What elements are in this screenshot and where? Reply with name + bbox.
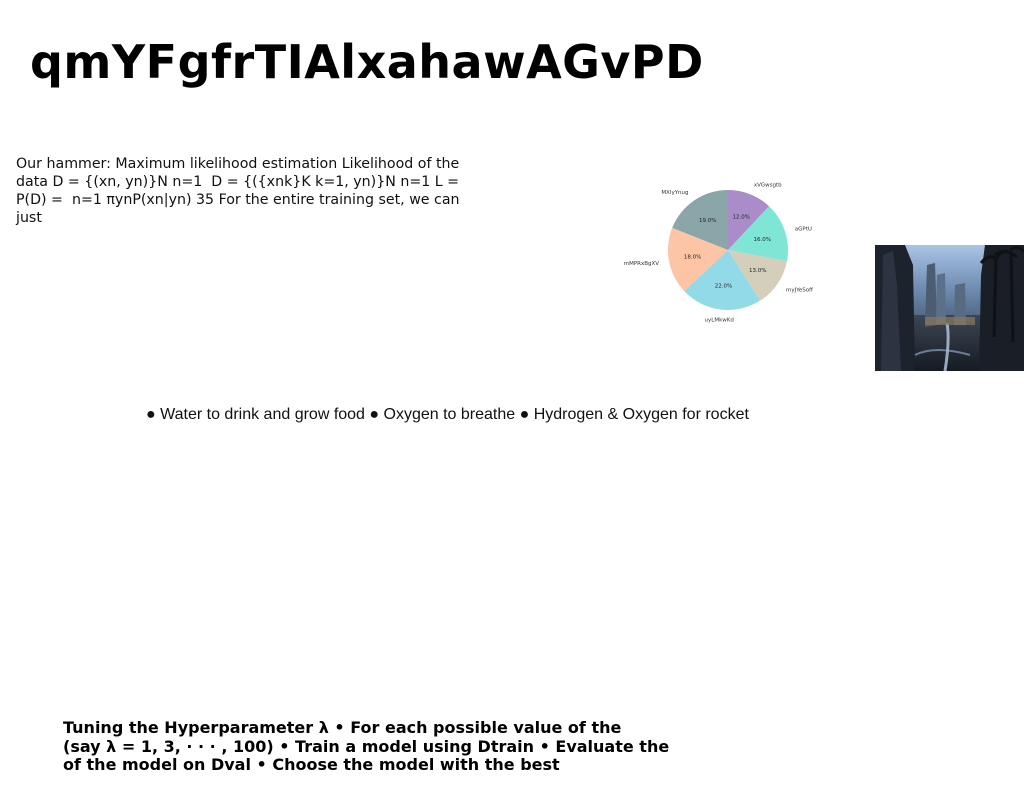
pie-category-label: aGPtU — [795, 226, 812, 232]
pie-chart: 12.0% 16.0% 13.0% 22.0% 18.0% 19.0% xVGwsgtb a… — [622, 160, 822, 345]
pie-percent-label: 18.0% — [684, 255, 701, 261]
city-street-photo — [875, 245, 1024, 371]
hyperparameter-line-2: (say λ = 1, 3, · · · , 100) • Train a mo… — [63, 738, 703, 757]
pie-category-label: MXIyYnug — [661, 190, 688, 196]
pie-category-label: xVGwsgtb — [754, 183, 782, 189]
hyperparameter-line-1: Tuning the Hyperparameter λ • For each p… — [63, 719, 703, 738]
hyperparameter-text: Tuning the Hyperparameter λ • For each p… — [63, 719, 703, 775]
pie-percent-label: 19.0% — [699, 218, 716, 224]
pie-percent-label: 12.0% — [733, 215, 750, 221]
pie-slices — [668, 190, 788, 310]
pie-category-label: myJYeSoff — [786, 287, 813, 293]
slide-title: qmYFgfrTIAlxahawAGvPD — [30, 34, 704, 90]
pie-percent-label: 13.0% — [749, 268, 766, 274]
pie-percent-label: 22.0% — [715, 284, 732, 290]
pie-category-label: mMPRxBgXV — [624, 261, 660, 267]
hyperparameter-line-3: of the model on Dval • Choose the model … — [63, 756, 703, 775]
pie-category-label: uyLMkwKd — [705, 318, 734, 324]
resources-bullets: ● Water to drink and grow food ● Oxygen … — [146, 405, 796, 425]
likelihood-paragraph: Our hammer: Maximum likelihood estimatio… — [16, 155, 486, 227]
pie-percent-label: 16.0% — [753, 237, 770, 243]
